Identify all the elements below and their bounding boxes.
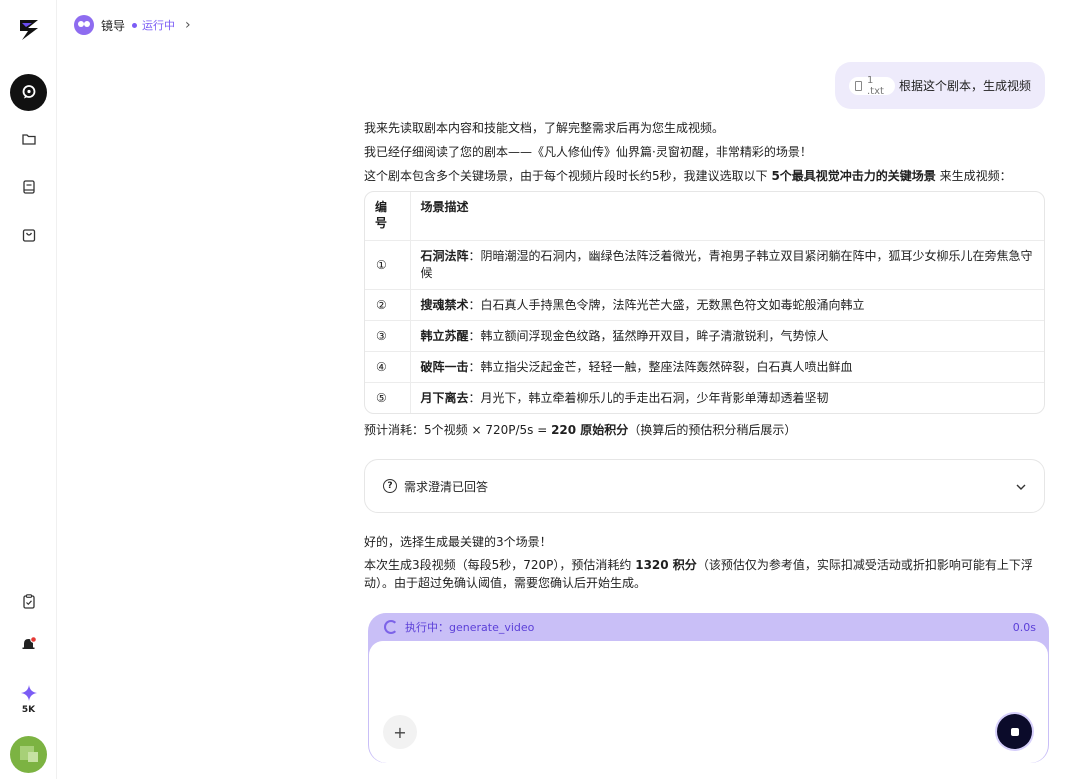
- user-avatar-button[interactable]: [0, 735, 57, 773]
- stop-icon: [1010, 727, 1019, 736]
- execution-label: 执行中：generate_video: [405, 621, 535, 634]
- status-dot: [132, 22, 138, 28]
- assistant-line-1: 我来先读取剧本内容和技能文档，了解完整需求后再为您生成视频。: [364, 121, 725, 135]
- file-attachment[interactable]: 1 .txt: [849, 74, 895, 97]
- sidebar: 5K: [0, 0, 57, 779]
- chevron-down-icon[interactable]: [1016, 479, 1026, 493]
- folder-icon[interactable]: [0, 128, 57, 150]
- row-description: 月下离去：月光下，韩立牵着柳乐儿的手走出石洞，少年背影单薄却透着坚韧: [420, 390, 829, 405]
- row-description: 破阵一击：韩立指尖泛起金芒，轻轻一触，整座法阵轰然碎裂，白石真人喷出鲜血: [410, 351, 1044, 383]
- question-icon: ?: [383, 479, 397, 493]
- chevron-right-icon[interactable]: ›: [185, 17, 191, 33]
- user-message-bubble: 1 .txt 根据这个剧本，生成视频: [835, 62, 1045, 109]
- cost-estimate: 预计消耗：5个视频 × 720P/5s = 220 原始积分（换算后的预估积分稍…: [364, 423, 797, 437]
- book-icon[interactable]: [0, 176, 57, 198]
- loading-spinner-icon: [384, 620, 398, 634]
- composer: 执行中：generate_video 0.0s +: [368, 613, 1049, 763]
- agent-avatar-icon: [74, 15, 94, 35]
- avatar: [10, 735, 47, 773]
- credits-button[interactable]: 5K: [0, 680, 57, 720]
- scene-table: 编号 场景描述 ① 石洞法阵：阴暗潮湿的石洞内，幽绿色法阵泛着微光，青袍男子韩立…: [364, 191, 1045, 414]
- sparkle-icon: [20, 685, 37, 701]
- table-header-description: 场景描述: [410, 192, 1044, 241]
- file-name: 1 .txt: [866, 74, 884, 97]
- reply-line-1: 好的，选择生成最关键的3个场景！: [364, 535, 552, 549]
- add-attachment-button[interactable]: +: [383, 715, 417, 749]
- row-number: ②: [365, 289, 411, 321]
- bell-icon[interactable]: [0, 633, 57, 655]
- row-number: ⑤: [365, 382, 411, 413]
- reply-line-2: 本次生成3段视频（每段5秒，720P），预估消耗约 1320 积分（该预估仅为参…: [364, 558, 1033, 590]
- table-row: ⑤ 月下离去：月光下，韩立牵着柳乐儿的手走出石洞，少年背影单薄却透着坚韧: [365, 382, 1044, 413]
- execution-time: 0.0s: [1012, 620, 1036, 634]
- agent-name: 镜导: [101, 18, 126, 33]
- message-input[interactable]: +: [369, 641, 1048, 763]
- user-message-text: 根据这个剧本，生成视频: [898, 79, 1031, 93]
- bag-icon[interactable]: [0, 224, 57, 246]
- row-number: ④: [365, 351, 411, 383]
- stop-button[interactable]: [997, 714, 1032, 749]
- assistant-line-3: 这个剧本包含多个关键场景，由于每个视频片段时长约5秒，我建议选取以下 5个最具视…: [364, 169, 1012, 183]
- logo-icon[interactable]: [0, 14, 57, 46]
- row-number: ①: [365, 240, 411, 290]
- table-row: ③ 韩立苏醒：韩立额间浮现金色纹路，猛然睁开双目，眸子清澈锐利，气势惊人: [365, 320, 1044, 352]
- status-text: 运行中: [142, 19, 176, 32]
- chat-nav-button[interactable]: [0, 72, 57, 112]
- row-description: 韩立苏醒：韩立额间浮现金色纹路，猛然睁开双目，眸子清澈锐利，气势惊人: [410, 320, 1044, 352]
- row-description: 搜魂禁术：白石真人手持黑色令牌，法阵光芒大盛，无数黑色符文如毒蛇般涌向韩立: [410, 289, 1044, 321]
- assistant-reply: 好的，选择生成最关键的3个场景！ 本次生成3段视频（每段5秒，720P），预估消…: [364, 531, 1046, 592]
- table-header-number: 编号: [365, 192, 411, 241]
- table-row: ② 搜魂禁术：白石真人手持黑色令牌，法阵光芒大盛，无数黑色符文如毒蛇般涌向韩立: [365, 289, 1044, 321]
- row-description: 石洞法阵：阴暗潮湿的石洞内，幽绿色法阵泛着微光，青袍男子韩立双目紧闭躺在阵中，狐…: [410, 240, 1044, 290]
- agent-header[interactable]: 镜导 运行中 ›: [74, 14, 191, 36]
- assistant-intro: 我来先读取剧本内容和技能文档，了解完整需求后再为您生成视频。 我已经仔细阅读了您…: [364, 117, 1046, 187]
- credits-label: 5K: [21, 705, 36, 715]
- table-row: ④ 破阵一击：韩立指尖泛起金芒，轻轻一触，整座法阵轰然碎裂，白石真人喷出鲜血: [365, 351, 1044, 383]
- table-row: ① 石洞法阵：阴暗潮湿的石洞内，幽绿色法阵泛着微光，青袍男子韩立双目紧闭躺在阵中…: [365, 240, 1044, 290]
- document-icon: [855, 80, 862, 91]
- clipboard-icon[interactable]: [0, 590, 57, 612]
- clarification-label: 需求澄清已回答: [404, 479, 489, 494]
- execution-status-bar: 执行中：generate_video 0.0s: [368, 613, 1049, 641]
- chat-icon: [10, 73, 47, 111]
- row-number: ③: [365, 320, 411, 352]
- clarification-panel[interactable]: ? 需求澄清已回答: [364, 459, 1045, 513]
- assistant-line-2: 我已经仔细阅读了您的剧本——《凡人修仙传》仙界篇·灵窗初醒，非常精彩的场景！: [364, 145, 812, 159]
